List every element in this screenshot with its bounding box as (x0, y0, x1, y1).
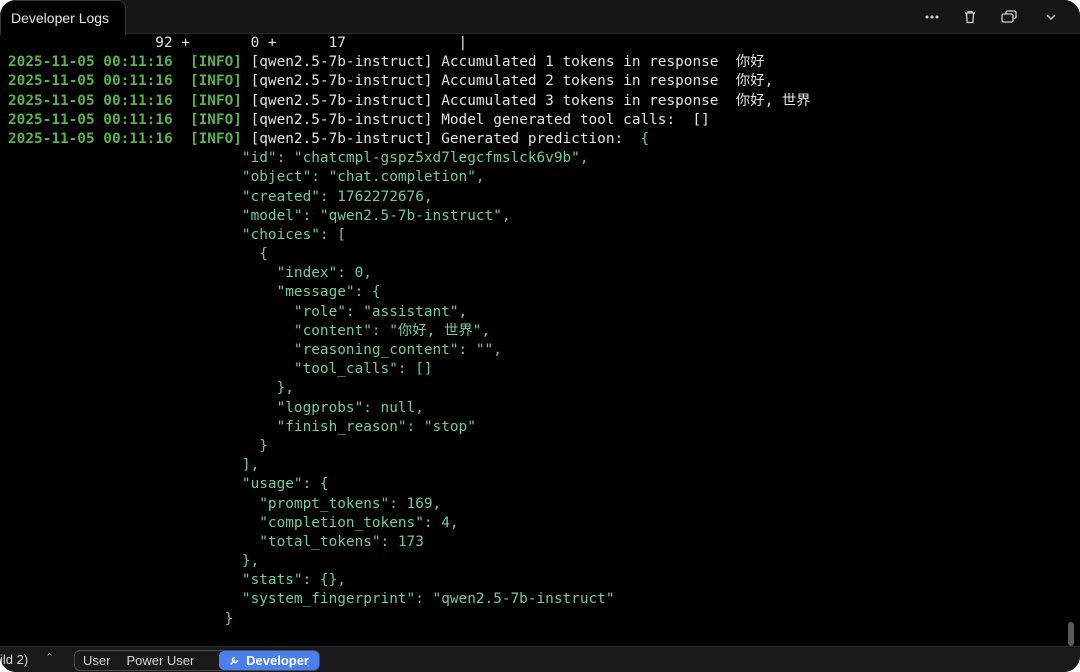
json-text: "object": "chat.completion", (224, 169, 485, 186)
wrench-icon (230, 656, 239, 666)
json-line: "created": 1762272676, (8, 188, 1058, 207)
log-message: [qwen2.5-7b-instruct] Accumulated 3 toke… (250, 92, 811, 109)
json-text: "prompt_tokens": 169, (224, 495, 442, 512)
json-text: "message": { (224, 284, 381, 301)
json-text: "stats": {}, (224, 572, 346, 589)
json-line: "tool_calls": [] (8, 360, 1058, 379)
log-message: [qwen2.5-7b-instruct] Generated predicti… (250, 130, 641, 147)
json-line: "system_fingerprint": "qwen2.5-7b-instru… (8, 590, 1058, 609)
scrollbar[interactable] (1068, 36, 1076, 646)
json-text: "system_fingerprint": "qwen2.5-7b-instru… (224, 591, 615, 608)
json-text: "id": "chatcmpl-gspz5xd7legcfmslck6v9b", (224, 150, 589, 167)
json-text: "model": "qwen2.5-7b-instruct", (224, 207, 511, 224)
log-timestamp: 2025-11-05 00:11:16 (8, 92, 173, 109)
mode-developer-button[interactable]: Developer (219, 651, 319, 670)
log-level: [INFO] (189, 130, 242, 147)
chevron-up-icon[interactable]: ⌃ (45, 651, 54, 664)
json-text: "usage": { (224, 476, 329, 493)
json-line: "prompt_tokens": 169, (8, 495, 1058, 514)
json-open-brace: { (640, 130, 650, 147)
json-line: "role": "assistant", (8, 303, 1058, 322)
log-level: [INFO] (189, 73, 242, 90)
log-timestamp: 2025-11-05 00:11:16 (8, 73, 173, 90)
tab-developer-logs[interactable]: Developer Logs (0, 0, 126, 35)
json-text: "choices": [ (224, 226, 346, 243)
log-output: 92 + 0 + 17 | 2025-11-05 00:11:16 [INFO] … (8, 34, 1058, 634)
json-text: "content": "你好, 世界", (224, 322, 491, 339)
more-icon[interactable] (919, 4, 945, 30)
chevron-down-icon[interactable] (1038, 4, 1064, 30)
json-line: "finish_reason": "stop" (8, 418, 1058, 437)
title-bar: Developer Logs (0, 0, 1080, 35)
log-timestamp: 2025-11-05 00:11:16 (8, 130, 173, 147)
json-line: "usage": { (8, 475, 1058, 494)
json-line: "logprobs": null, (8, 399, 1058, 418)
json-line: "index": 0, (8, 264, 1058, 283)
json-text: } (224, 437, 268, 454)
json-text: "index": 0, (224, 265, 372, 282)
json-line: ], (8, 456, 1058, 475)
json-line: } (8, 437, 1058, 456)
log-message: [qwen2.5-7b-instruct] Accumulated 2 toke… (250, 73, 774, 90)
json-text: ], (224, 457, 260, 474)
json-line: "object": "chat.completion", (8, 168, 1058, 187)
json-text: }, (224, 380, 294, 397)
json-line: "total_tokens": 173 (8, 533, 1058, 552)
log-level: [INFO] (189, 111, 242, 128)
window-icon[interactable] (996, 4, 1022, 30)
json-text: "total_tokens": 173 (224, 533, 424, 550)
json-text: }, (224, 553, 260, 570)
json-line: }, (8, 379, 1058, 398)
developer-logs-window: Developer Logs 92 + 0 + 17 | 2025-11-05 0… (0, 0, 1080, 672)
log-message: [qwen2.5-7b-instruct] Model generated to… (250, 111, 710, 128)
log-entry: 2025-11-05 00:11:16 [INFO] [qwen2.5-7b-i… (8, 92, 1058, 111)
json-line: }, (8, 552, 1058, 571)
json-line: "choices": [ (8, 226, 1058, 245)
json-line: "message": { (8, 283, 1058, 302)
json-text: } (224, 610, 234, 627)
scroll-thumb[interactable] (1068, 622, 1074, 646)
mode-switch: User Power User Developer (74, 650, 320, 671)
json-text: "role": "assistant", (224, 303, 468, 320)
build-label: ild 2) (0, 652, 29, 667)
json-line: "id": "chatcmpl-gspz5xd7legcfmslck6v9b", (8, 149, 1058, 168)
mode-power-user-button[interactable]: Power User (118, 651, 202, 670)
json-text: "finish_reason": "stop" (224, 418, 476, 435)
log-timestamp: 2025-11-05 00:11:16 (8, 111, 173, 128)
json-line: } (8, 610, 1058, 629)
log-entry: 2025-11-05 00:11:16 [INFO] [qwen2.5-7b-i… (8, 130, 1058, 149)
log-entry: 2025-11-05 00:11:16 [INFO] [qwen2.5-7b-i… (8, 72, 1058, 91)
log-timestamp: 2025-11-05 00:11:16 (8, 54, 173, 71)
json-text: "created": 1762272676, (224, 188, 433, 205)
json-text: "completion_tokens": 4, (224, 514, 459, 531)
mode-user-button[interactable]: User (75, 651, 118, 670)
json-line: { (8, 245, 1058, 264)
json-text: { (224, 246, 268, 263)
mode-developer-label: Developer (246, 653, 309, 668)
json-text: "tool_calls": [] (224, 361, 433, 378)
log-level: [INFO] (189, 92, 242, 109)
log-level: [INFO] (189, 54, 242, 71)
json-text: "reasoning_content": "", (224, 342, 502, 358)
json-text: "logprobs": null, (224, 399, 424, 416)
trash-icon[interactable] (957, 4, 983, 30)
json-line: "reasoning_content": "", (8, 341, 1058, 360)
log-message: [qwen2.5-7b-instruct] Accumulated 1 toke… (250, 54, 765, 71)
log-header-row: 92 + 0 + 17 | (8, 35, 468, 51)
json-line: "completion_tokens": 4, (8, 514, 1058, 533)
log-entry: 2025-11-05 00:11:16 [INFO] [qwen2.5-7b-i… (8, 111, 1058, 130)
json-line: "stats": {}, (8, 571, 1058, 590)
json-line: "model": "qwen2.5-7b-instruct", (8, 207, 1058, 226)
log-entry: 2025-11-05 00:11:16 [INFO] [qwen2.5-7b-i… (8, 53, 1058, 72)
json-line: "content": "你好, 世界", (8, 322, 1058, 341)
status-bar: ild 2) ⌃ User Power User Developer (0, 646, 1080, 672)
